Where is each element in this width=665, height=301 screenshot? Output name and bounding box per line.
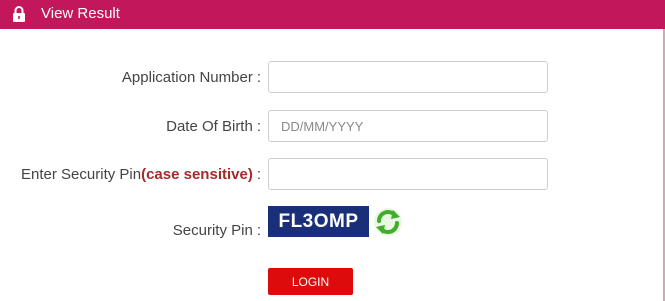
page-title: View Result bbox=[41, 5, 120, 22]
refresh-icon[interactable] bbox=[372, 206, 404, 238]
security-pin-input-label: Enter Security Pin(case sensitive): bbox=[21, 166, 261, 183]
login-button[interactable]: LOGIN bbox=[268, 268, 353, 295]
case-sensitive-hint: (case sensitive) bbox=[141, 166, 253, 183]
date-of-birth-input[interactable] bbox=[268, 110, 548, 142]
lock-icon bbox=[13, 6, 25, 22]
application-number-input[interactable] bbox=[268, 61, 548, 93]
security-pin-input[interactable] bbox=[268, 158, 548, 190]
application-number-row: Application Number: bbox=[0, 61, 665, 95]
security-pin-label: Security Pin: bbox=[172, 222, 261, 239]
date-of-birth-label: Date Of Birth: bbox=[166, 118, 261, 135]
security-pin-input-row: Enter Security Pin(case sensitive): bbox=[0, 158, 665, 192]
application-number-label: Application Number: bbox=[121, 69, 261, 86]
date-of-birth-row: Date Of Birth: bbox=[0, 110, 665, 144]
page-header: View Result bbox=[0, 0, 665, 29]
captcha-image: FL3OMP bbox=[268, 206, 369, 237]
